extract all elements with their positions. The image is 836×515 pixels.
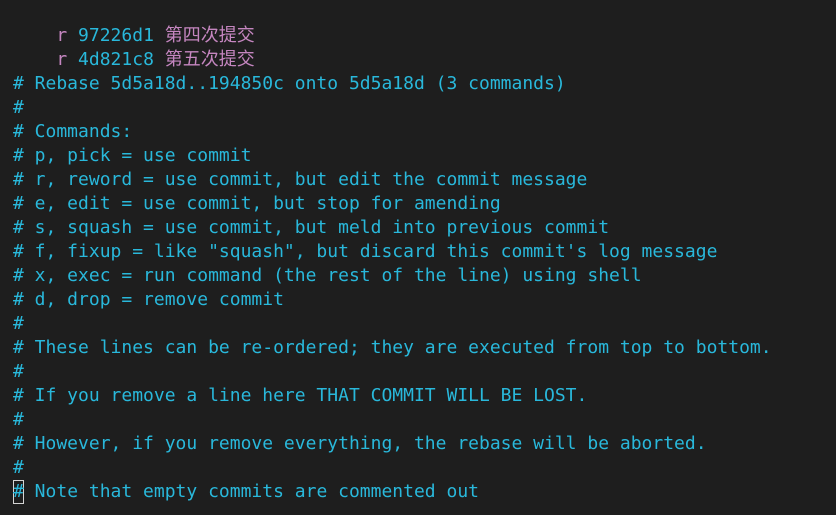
- comment-line[interactable]: # If you remove a line here THAT COMMIT …: [13, 384, 587, 408]
- comment-line[interactable]: # e, edit = use commit, but stop for ame…: [13, 192, 501, 216]
- comment-line[interactable]: # However, if you remove everything, the…: [13, 432, 707, 456]
- comment-line[interactable]: # r, reword = use commit, but edit the c…: [13, 168, 587, 192]
- comment-line[interactable]: #: [13, 456, 24, 480]
- comment-line[interactable]: # p, pick = use commit: [13, 144, 251, 168]
- todo-message: 第五次提交: [164, 49, 255, 70]
- comment-line[interactable]: #: [13, 312, 24, 336]
- comment-line[interactable]: # Rebase 5d5a18d..194850c onto 5d5a18d (…: [13, 72, 566, 96]
- editor-text-area[interactable]: r 97226d1 第四次提交 r 4d821c8 第五次提交 # Rebase…: [0, 0, 836, 515]
- comment-line[interactable]: #: [13, 360, 24, 384]
- comment-line[interactable]: #: [13, 408, 24, 432]
- todo-command: r: [56, 49, 68, 70]
- comment-line[interactable]: # Commands:: [13, 120, 132, 144]
- comment-line[interactable]: # f, fixup = like "squash", but discard …: [13, 240, 717, 264]
- todo-line[interactable]: r 4d821c8 第五次提交: [13, 24, 254, 70]
- text-cursor: #: [13, 481, 24, 502]
- comment-line[interactable]: # d, drop = remove commit: [13, 288, 284, 312]
- comment-text: Note that empty commits are commented ou…: [23, 481, 479, 502]
- comment-line[interactable]: # x, exec = run command (the rest of the…: [13, 264, 642, 288]
- comment-line[interactable]: # These lines can be re-ordered; they ar…: [13, 336, 772, 360]
- comment-line[interactable]: #: [13, 96, 24, 120]
- comment-line-current[interactable]: # Note that empty commits are commented …: [13, 480, 479, 504]
- todo-hash: 4d821c8: [78, 49, 154, 70]
- comment-line[interactable]: # s, squash = use commit, but meld into …: [13, 216, 609, 240]
- todo-line[interactable]: r 97226d1 第四次提交: [13, 0, 254, 46]
